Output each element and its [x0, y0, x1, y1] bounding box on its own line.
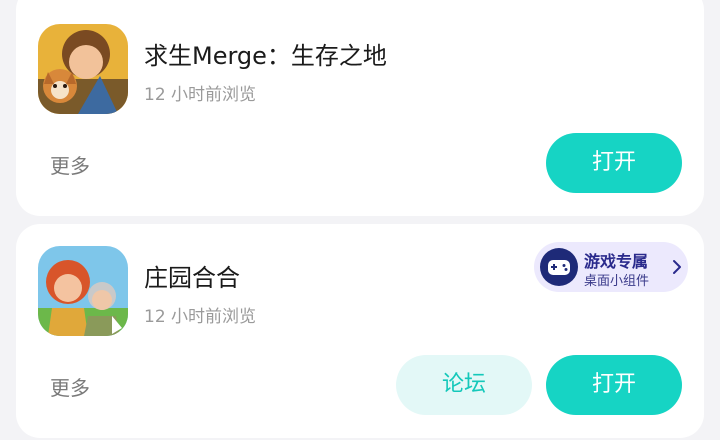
widget-title: 游戏专属 — [584, 252, 649, 271]
app-name: 求生Merge：生存之地 — [144, 42, 387, 70]
widget-subtitle: 桌面小组件 — [584, 274, 650, 289]
manor-merge-app-icon[interactable] — [38, 246, 128, 336]
recent-app-card-1: 求生Merge：生存之地 12 小时前浏览 更多 打开 — [16, 0, 704, 216]
app-name: 庄园合合 — [144, 264, 240, 292]
more-button[interactable]: 更多 — [50, 372, 90, 401]
more-button[interactable]: 更多 — [50, 150, 90, 179]
last-viewed-time: 12 小时前浏览 — [144, 307, 257, 327]
last-viewed-time: 12 小时前浏览 — [144, 85, 257, 105]
forum-button[interactable]: 论坛 — [396, 355, 532, 415]
survival-merge-app-icon[interactable] — [38, 24, 128, 114]
game-widget-badge[interactable]: 游戏专属 桌面小组件 — [534, 242, 688, 292]
open-button[interactable]: 打开 — [546, 355, 682, 415]
recent-app-card-2: 庄园合合 12 小时前浏览 游戏专属 桌面小组件 更多 论坛 打开 — [16, 224, 704, 438]
open-button[interactable]: 打开 — [546, 133, 682, 193]
gamepad-icon — [540, 248, 578, 286]
chevron-right-icon — [673, 260, 681, 274]
